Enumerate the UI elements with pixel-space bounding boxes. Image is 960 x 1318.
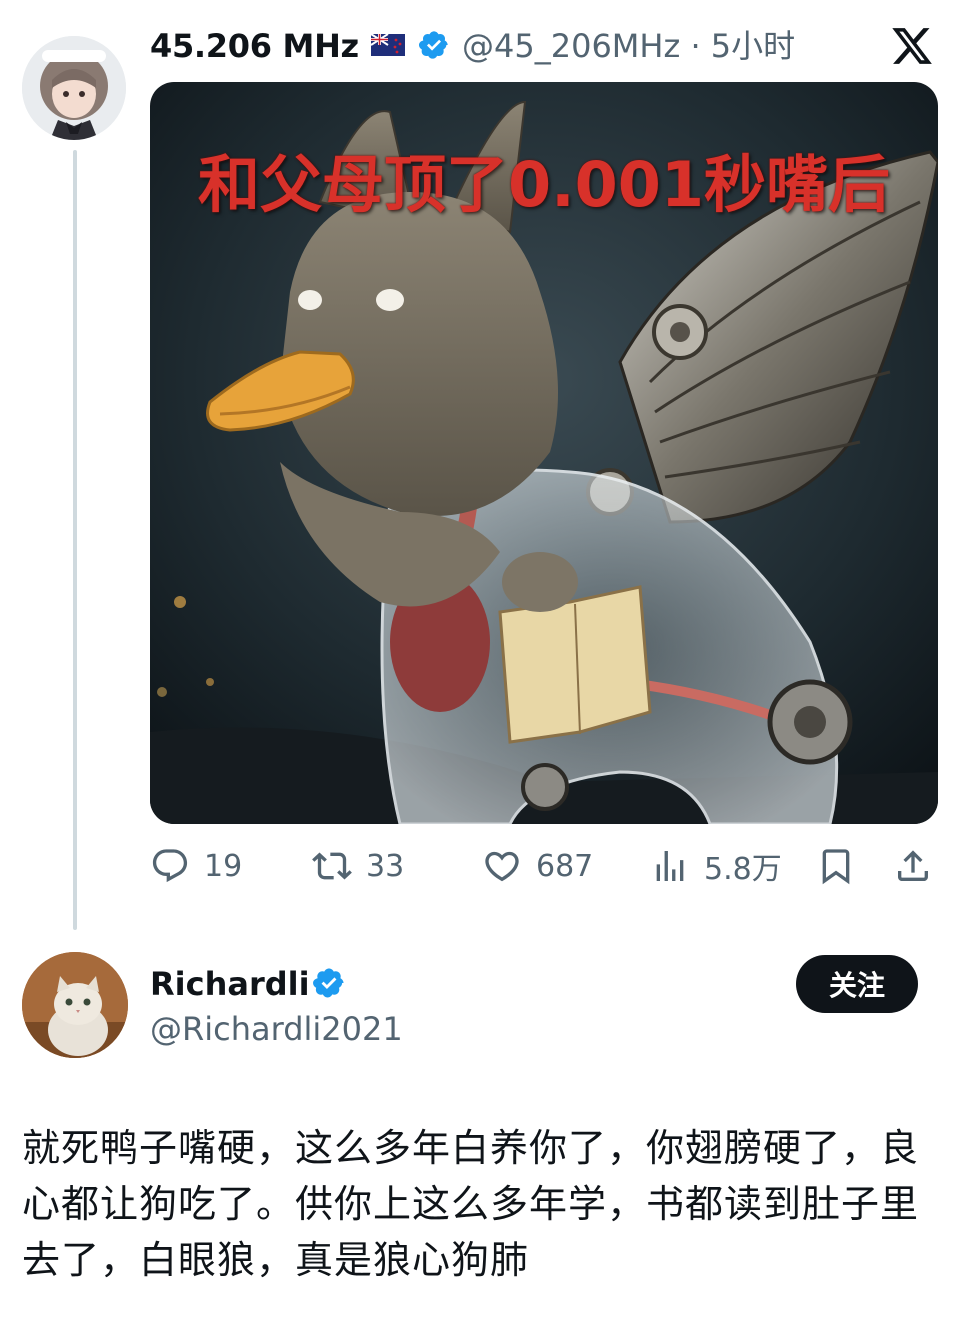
like-icon [485, 851, 519, 882]
thread-line [73, 150, 77, 930]
tweet-media-image[interactable]: 和父母顶了0.001秒嘴后 [150, 82, 938, 824]
avatar[interactable] [22, 952, 128, 1058]
avatar[interactable] [22, 36, 126, 140]
reply-count: 19 [204, 848, 243, 884]
views-icon [656, 851, 684, 881]
retweet-count: 33 [366, 848, 405, 884]
retweet-icon [312, 852, 352, 880]
like-button[interactable]: 687 [482, 840, 593, 892]
reply-icon [152, 849, 188, 883]
bookmark-button[interactable] [816, 840, 856, 892]
share-button[interactable] [893, 840, 933, 892]
like-count: 687 [536, 848, 594, 884]
display-name[interactable]: 45.206 MHz [150, 24, 359, 68]
handle-and-timestamp[interactable]: @45_206MHz · 5小时 [462, 24, 795, 68]
reply-user-name[interactable]: Richardli [150, 962, 310, 1006]
post-body-text: 就死鸭子嘴硬，这么多年白养你了，你翅膀硬了，良心都让狗吃了。供你上这么多年学，书… [22, 1126, 920, 1282]
views-count: 5.8万 [704, 852, 782, 887]
share-icon [898, 850, 928, 881]
bookmark-icon [822, 849, 850, 885]
image-caption-text: 和父母顶了0.001秒嘴后 [197, 148, 891, 221]
verified-icon [312, 966, 346, 1000]
reply-user-handle[interactable]: @Richardli2021 [150, 1007, 403, 1051]
verified-icon [418, 29, 450, 61]
x-logo-icon[interactable] [888, 24, 936, 68]
flag-icon [370, 33, 405, 56]
retweet-button[interactable]: 33 [312, 840, 404, 892]
views-button[interactable]: 5.8万 [650, 840, 782, 892]
follow-button[interactable]: 关注 [796, 955, 918, 1013]
reply-button[interactable]: 19 [150, 840, 242, 892]
